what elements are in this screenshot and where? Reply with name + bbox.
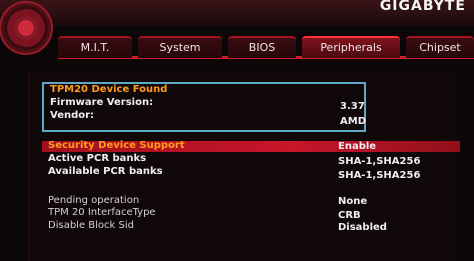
tab-mit[interactable]: M.I.T. <box>58 36 132 58</box>
logo-center <box>18 20 34 36</box>
vendor-label: Vendor: <box>50 110 95 121</box>
tpm-interface-type-value: CRB <box>338 210 361 221</box>
setting-pending-operation[interactable]: Pending operation <box>48 195 139 207</box>
firmware-version-value: 3.37 <box>340 101 365 112</box>
main-tabs: M.I.T. System BIOS Peripherals Chipset <box>58 36 474 59</box>
brand-logo-text: GIGABYTE <box>379 0 466 14</box>
setting-security-device-support[interactable]: Security Device Support <box>48 140 185 152</box>
tab-peripherals[interactable]: Peripherals <box>302 36 400 58</box>
available-pcr-banks-value: SHA-1,SHA256 <box>338 170 421 181</box>
firmware-version-label: Firmware Version: <box>50 97 154 108</box>
tpm-device-title: TPM20 Device Found <box>50 84 168 95</box>
tab-system[interactable]: System <box>138 36 222 58</box>
tab-bios[interactable]: BIOS <box>228 36 296 58</box>
disable-block-sid-value[interactable]: Disabled <box>338 222 387 234</box>
setting-disable-block-sid[interactable]: Disable Block Sid <box>48 220 134 232</box>
vendor-value: AMD <box>340 116 366 127</box>
security-device-support-value[interactable]: Enable <box>338 141 376 153</box>
setting-tpm-interface-type: TPM 20 InterfaceType <box>48 207 156 218</box>
setting-active-pcr-banks[interactable]: Active PCR banks <box>48 153 146 165</box>
setting-available-pcr-banks: Available PCR banks <box>48 166 163 177</box>
gigabyte-logo-icon <box>4 6 48 50</box>
active-pcr-banks-value[interactable]: SHA-1,SHA256 <box>338 156 420 168</box>
pending-operation-value[interactable]: None <box>338 196 367 208</box>
tab-chipset[interactable]: Chipset <box>406 36 474 58</box>
